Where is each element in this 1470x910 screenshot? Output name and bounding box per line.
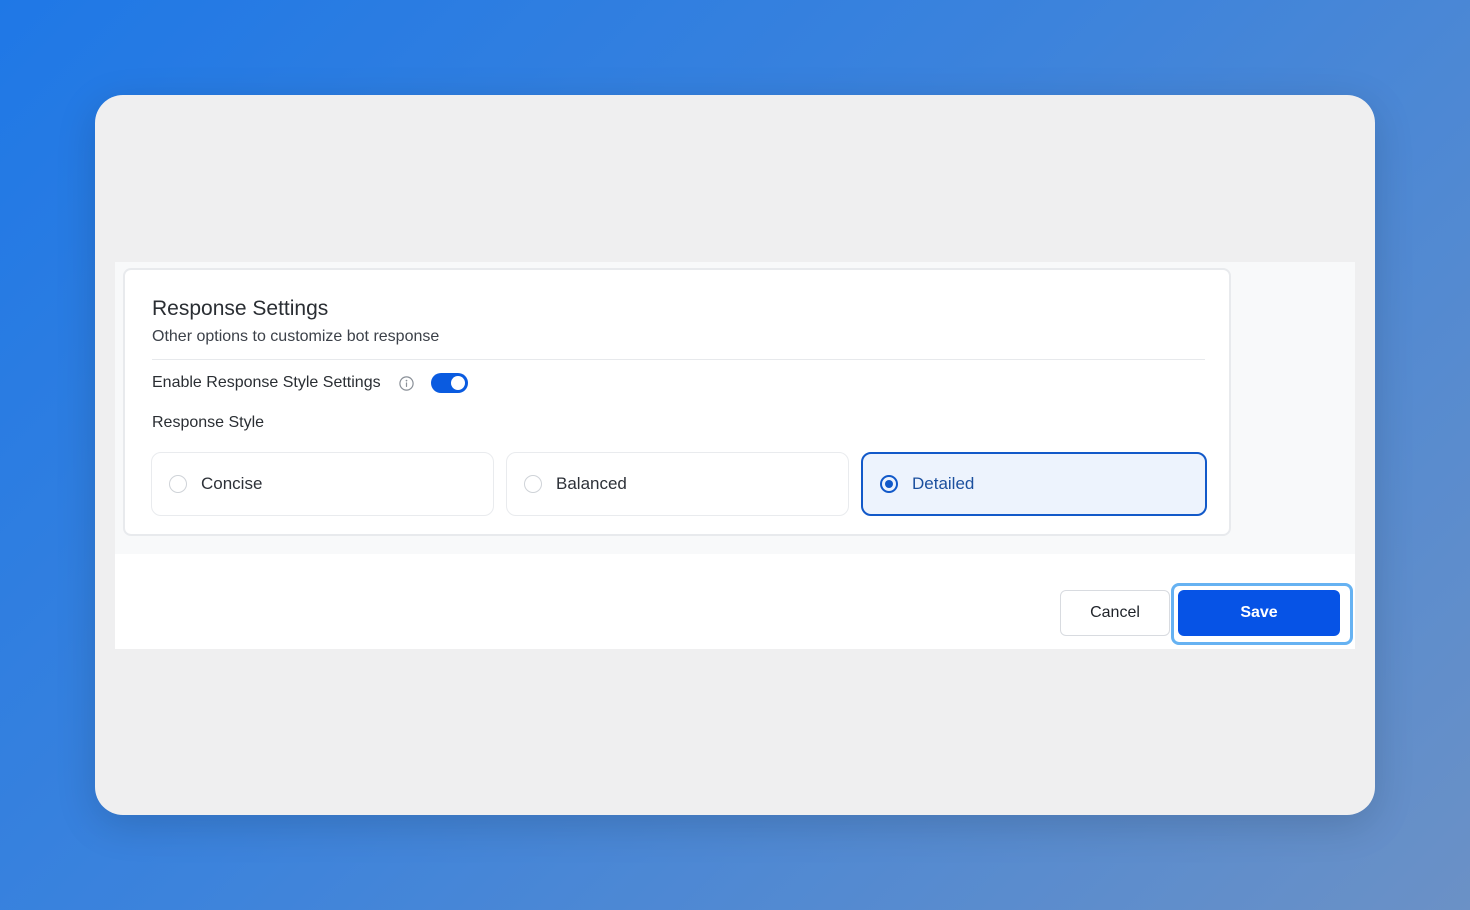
response-settings-dialog: Response Settings Other options to custo… — [115, 262, 1355, 649]
save-button[interactable]: Save — [1178, 590, 1340, 636]
option-label: Concise — [201, 474, 263, 493]
toggle-knob — [450, 376, 465, 390]
radio-button[interactable] — [524, 475, 542, 493]
option-label: Balanced — [556, 474, 627, 493]
section-title: Response Settings — [152, 297, 329, 320]
radio-button[interactable] — [169, 475, 187, 493]
response-style-option-detailed[interactable]: Detailed — [861, 452, 1207, 516]
cancel-button[interactable]: Cancel — [1060, 590, 1170, 636]
response-style-label: Response Style — [152, 414, 265, 431]
divider — [152, 359, 1205, 360]
response-style-toggle-row: Enable Response Style Settings — [152, 372, 468, 394]
response-style-toggle-switch[interactable] — [430, 373, 468, 393]
response-settings-card: Response Settings Other options to custo… — [123, 268, 1231, 536]
section-subtitle: Other options to customize bot response — [152, 328, 440, 345]
radio-button-selected[interactable] — [880, 475, 898, 493]
response-style-option-concise[interactable]: Concise — [151, 452, 494, 516]
toggle-label: Enable Response Style Settings — [152, 374, 381, 391]
response-style-option-balanced[interactable]: Balanced — [506, 452, 849, 516]
option-label: Detailed — [912, 474, 975, 493]
app-frame: Response Settings Other options to custo… — [95, 95, 1375, 815]
info-circle-icon[interactable] — [398, 375, 414, 391]
dialog-footer: Cancel Save — [115, 554, 1355, 649]
save-button-focus-ring: Save — [1171, 583, 1353, 645]
